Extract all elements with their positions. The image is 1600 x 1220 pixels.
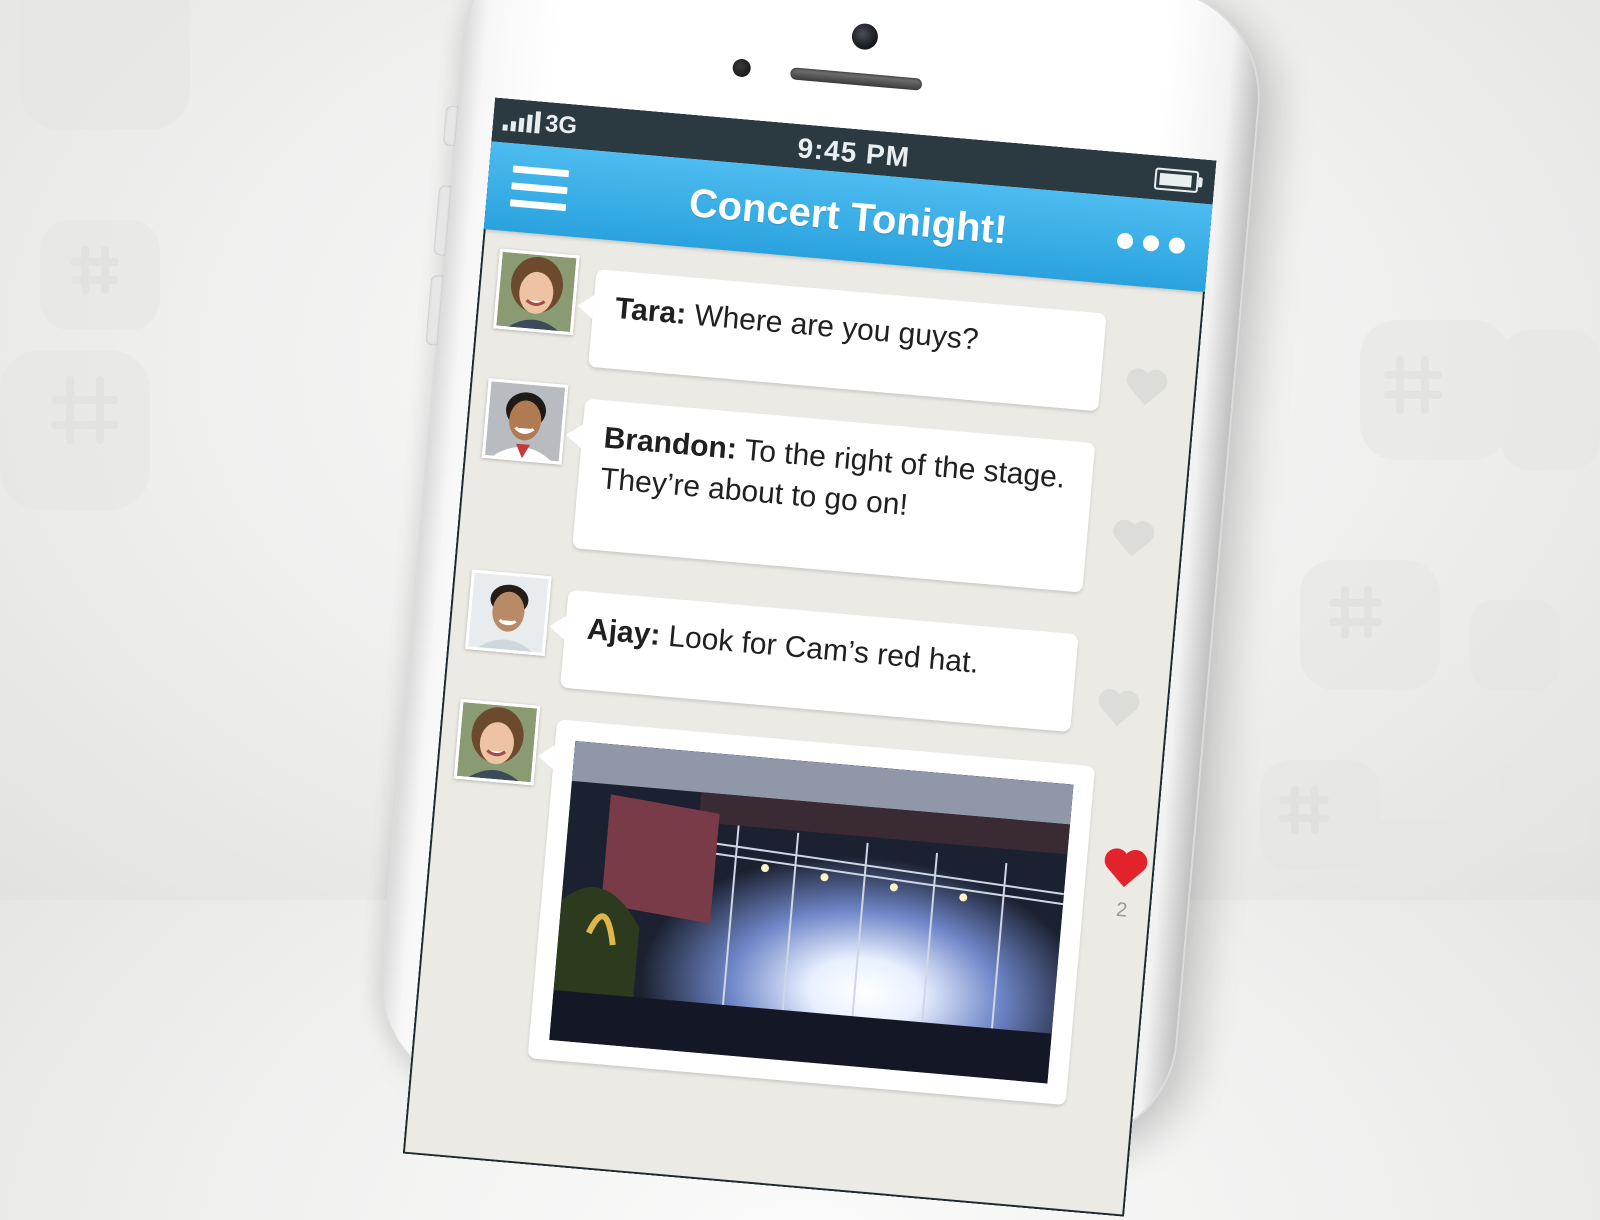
phone-screen: 3G 9:45 PM Concert Tonight! Tara: Where … xyxy=(402,97,1217,1217)
avatar-tara[interactable] xyxy=(493,248,580,336)
message-author: Brandon: xyxy=(602,421,739,466)
phone-device: 3G 9:45 PM Concert Tonight! Tara: Where … xyxy=(370,0,1269,1217)
concert-photo[interactable] xyxy=(549,741,1074,1084)
liked-heart-icon[interactable] xyxy=(1101,846,1150,892)
message-bubble: Brandon: To the right of the stage. They… xyxy=(572,398,1096,593)
avatar-ajay-image xyxy=(468,572,549,653)
avatar-tara[interactable] xyxy=(453,698,541,786)
message-bubble: Ajay: Look for Cam’s red hat. xyxy=(560,589,1079,733)
avatar-brandon[interactable] xyxy=(481,378,569,465)
message-text: Look for Cam’s red hat. xyxy=(667,619,981,680)
message-bubble: Tara: Where are you guys? xyxy=(588,269,1107,412)
like-heart-icon[interactable] xyxy=(1123,366,1170,410)
message-author: Tara: xyxy=(613,291,688,331)
photo-message-bubble xyxy=(527,719,1096,1106)
concert-stage-image xyxy=(549,741,1074,1084)
avatar-ajay[interactable] xyxy=(464,569,552,657)
battery-icon xyxy=(1153,167,1200,194)
avatar-brandon-image xyxy=(484,381,566,462)
avatar-tara-image xyxy=(496,251,577,332)
message-text: Where are you guys? xyxy=(693,298,980,357)
like-heart-icon[interactable] xyxy=(1109,517,1156,561)
message-author: Ajay: xyxy=(585,612,662,652)
avatar-tara-image xyxy=(456,702,538,783)
like-count: 2 xyxy=(1115,898,1129,922)
scene: 3G 9:45 PM Concert Tonight! Tara: Where … xyxy=(0,0,1600,1217)
like-heart-icon[interactable] xyxy=(1095,686,1142,730)
message-item: 2 xyxy=(411,697,1164,1119)
